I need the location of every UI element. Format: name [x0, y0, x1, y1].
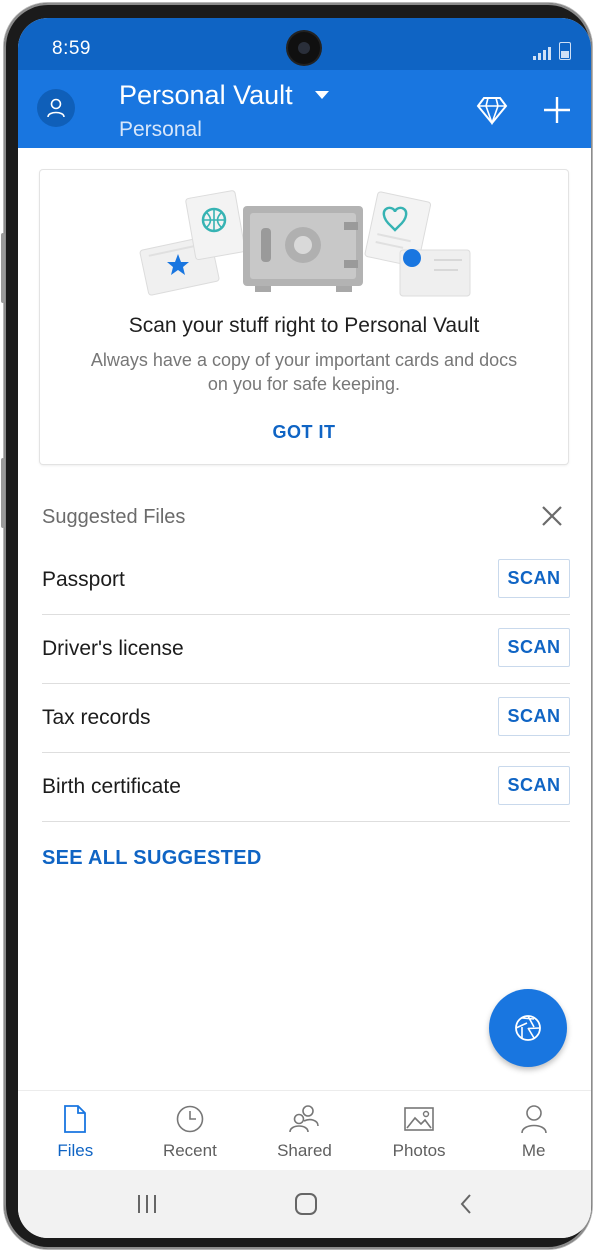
clock-icon: [173, 1103, 207, 1135]
list-item: Driver's license SCAN: [42, 615, 570, 684]
list-item: Tax records SCAN: [42, 684, 570, 753]
nav-label: Shared: [277, 1141, 332, 1160]
see-all-suggested-link[interactable]: SEE ALL SUGGESTED: [42, 847, 262, 870]
dismiss-suggestions-button[interactable]: [538, 502, 566, 530]
chevron-down-icon[interactable]: [315, 91, 329, 99]
status-icons: [533, 42, 571, 60]
list-item-label: Driver's license: [42, 637, 184, 660]
recents-icon: [138, 1195, 156, 1213]
scan-drivers-license-button[interactable]: SCAN: [498, 628, 570, 667]
system-navigation-bar: [18, 1170, 591, 1238]
nav-files[interactable]: Files: [18, 1091, 133, 1171]
status-time: 8:59: [52, 38, 91, 59]
battery-icon: [559, 42, 571, 60]
recents-button[interactable]: [131, 1190, 163, 1218]
signal-icon: [533, 46, 551, 60]
vault-illustration: [139, 190, 471, 297]
page-subtitle: Personal: [119, 118, 202, 141]
vault-promo-card: Scan your stuff right to Personal Vault …: [40, 170, 568, 464]
nav-label: Me: [521, 1141, 546, 1160]
back-button[interactable]: [451, 1190, 483, 1218]
list-item: Passport SCAN: [42, 546, 570, 615]
premium-diamond-button[interactable]: [472, 90, 512, 130]
list-item-label: Birth certificate: [42, 775, 181, 798]
suggested-files-heading: Suggested Files: [42, 506, 186, 528]
suggested-files-list: Passport SCAN Driver's license SCAN Tax …: [42, 546, 570, 822]
camera-shutter-icon: [515, 1015, 541, 1041]
card-title: Scan your stuff right to Personal Vault: [128, 314, 480, 337]
camera-scan-fab[interactable]: [489, 989, 567, 1067]
nav-me[interactable]: Me: [476, 1091, 591, 1171]
person-icon: [517, 1103, 551, 1135]
volume-button: [1, 233, 5, 303]
bottom-navigation: Files Recent Shared Photos Me: [18, 1090, 591, 1171]
image-icon: [402, 1103, 436, 1135]
add-button[interactable]: [537, 90, 577, 130]
got-it-button[interactable]: GOT IT: [40, 422, 568, 443]
page-title[interactable]: Personal Vault: [119, 80, 293, 111]
file-icon: [58, 1103, 92, 1135]
scan-birth-certificate-button[interactable]: SCAN: [498, 766, 570, 805]
nav-label: Recent: [162, 1141, 217, 1160]
plus-icon: [544, 97, 570, 123]
diamond-icon: [476, 97, 508, 125]
back-icon: [460, 1194, 471, 1214]
nav-label: Photos: [392, 1141, 446, 1160]
screen: 8:59 Personal Vault Personal Scan your s…: [18, 18, 591, 1238]
account-avatar-button[interactable]: [37, 89, 75, 127]
home-icon: [295, 1193, 317, 1215]
scan-tax-records-button[interactable]: SCAN: [498, 697, 570, 736]
app-bar: Personal Vault Personal: [18, 70, 591, 148]
front-camera: [288, 32, 320, 64]
close-icon: [542, 506, 562, 526]
nav-label: Files: [57, 1141, 94, 1160]
status-bar: 8:59: [18, 18, 591, 70]
phone-frame: 8:59 Personal Vault Personal Scan your s…: [1, 3, 592, 1249]
list-item-label: Passport: [42, 568, 125, 591]
card-description: Always have a copy of your important car…: [90, 350, 518, 394]
list-item: Birth certificate SCAN: [42, 753, 570, 822]
nav-photos[interactable]: Photos: [362, 1091, 477, 1171]
list-item-label: Tax records: [42, 706, 151, 729]
people-icon: [287, 1103, 321, 1135]
home-button[interactable]: [290, 1190, 322, 1218]
nav-recent[interactable]: Recent: [133, 1091, 248, 1171]
scan-passport-button[interactable]: SCAN: [498, 559, 570, 598]
nav-shared[interactable]: Shared: [247, 1091, 362, 1171]
side-button: [1, 458, 5, 528]
person-icon: [47, 98, 65, 118]
